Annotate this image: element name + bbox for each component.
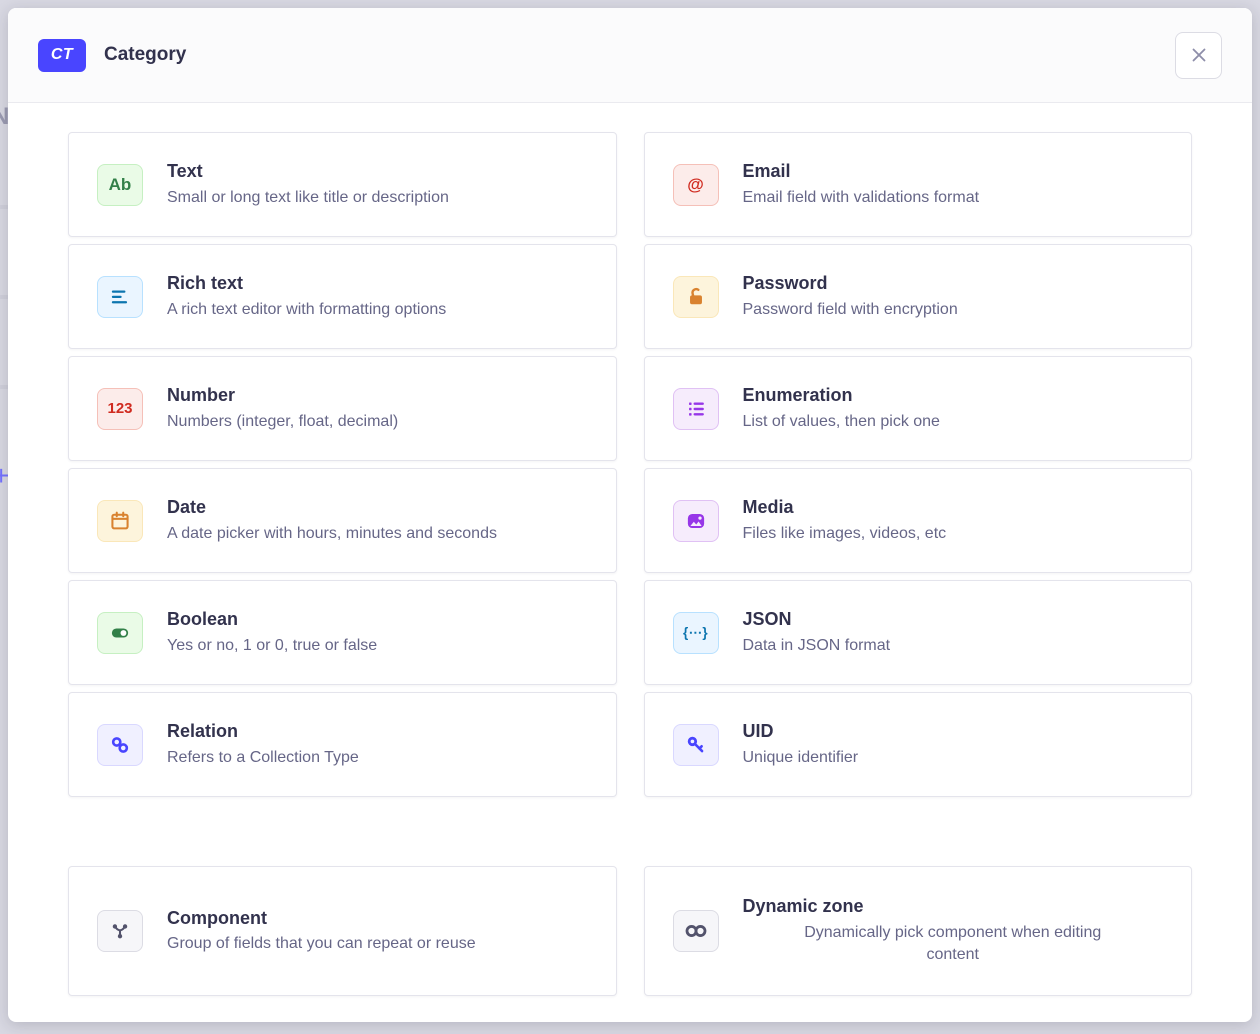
- field-type-list: Ab Text Small or long text like title or…: [8, 103, 1252, 1021]
- field-card-relation[interactable]: Relation Refers to a Collection Type: [68, 692, 617, 797]
- field-title: JSON: [743, 608, 1164, 631]
- calendar-icon: [97, 500, 143, 542]
- field-description: Files like images, videos, etc: [743, 523, 1164, 545]
- close-button[interactable]: [1175, 32, 1222, 79]
- field-card-boolean[interactable]: Boolean Yes or no, 1 or 0, true or false: [68, 580, 617, 685]
- field-card-date[interactable]: Date A date picker with hours, minutes a…: [68, 468, 617, 573]
- field-card-uid[interactable]: UID Unique identifier: [644, 692, 1193, 797]
- field-description: Unique identifier: [743, 747, 1164, 769]
- field-card-rich-text[interactable]: Rich text A rich text editor with format…: [68, 244, 617, 349]
- json-braces-icon: {⋯}: [673, 612, 719, 654]
- field-title: Number: [167, 384, 588, 407]
- field-title: Date: [167, 496, 588, 519]
- field-title: Enumeration: [743, 384, 1164, 407]
- text-ab-icon: Ab: [97, 164, 143, 206]
- infinity-icon: [673, 910, 719, 952]
- field-description: A date picker with hours, minutes and se…: [167, 523, 588, 545]
- select-field-modal: CT Category Ab Text Small or long text l…: [8, 8, 1252, 1022]
- field-title: Dynamic zone: [743, 895, 1164, 918]
- close-icon: [1188, 44, 1210, 66]
- modal-title: Category: [104, 44, 186, 66]
- picture-icon: [673, 500, 719, 542]
- field-description: Dynamically pick component when editing …: [783, 922, 1123, 967]
- field-card-number[interactable]: 123 Number Numbers (integer, float, deci…: [68, 356, 617, 461]
- field-card-password[interactable]: Password Password field with encryption: [644, 244, 1193, 349]
- field-title: UID: [743, 720, 1164, 743]
- field-description: A rich text editor with formatting optio…: [167, 299, 588, 321]
- field-description: Password field with encryption: [743, 299, 1164, 321]
- field-title: Relation: [167, 720, 588, 743]
- field-description: Numbers (integer, float, decimal): [167, 411, 588, 433]
- field-card-enumeration[interactable]: Enumeration List of values, then pick on…: [644, 356, 1193, 461]
- field-grid: Ab Text Small or long text like title or…: [68, 132, 1192, 797]
- field-card-component[interactable]: Component Group of fields that you can r…: [68, 866, 617, 996]
- field-description: Data in JSON format: [743, 635, 1164, 657]
- field-title: Component: [167, 907, 588, 930]
- backdrop-row-edge: [0, 295, 8, 299]
- rich-text-lines-icon: [97, 276, 143, 318]
- field-card-media[interactable]: Media Files like images, videos, etc: [644, 468, 1193, 573]
- field-description: Refers to a Collection Type: [167, 747, 588, 769]
- bullet-list-icon: [673, 388, 719, 430]
- lock-icon: [673, 276, 719, 318]
- field-description: Yes or no, 1 or 0, true or false: [167, 635, 588, 657]
- component-nodes-icon: [97, 910, 143, 952]
- field-description: Email field with validations format: [743, 187, 1164, 209]
- field-card-dynamic-zone[interactable]: Dynamic zone Dynamically pick component …: [644, 866, 1193, 996]
- field-title: Rich text: [167, 272, 588, 295]
- modal-header: CT Category: [8, 8, 1252, 103]
- field-card-json[interactable]: {⋯} JSON Data in JSON format: [644, 580, 1193, 685]
- chain-link-icon: [97, 724, 143, 766]
- backdrop-row-edge: [0, 385, 8, 389]
- field-title: Password: [743, 272, 1164, 295]
- field-title: Email: [743, 160, 1164, 183]
- field-title: Text: [167, 160, 588, 183]
- email-at-icon: @: [673, 164, 719, 206]
- advanced-field-grid: Component Group of fields that you can r…: [68, 866, 1192, 996]
- field-card-email[interactable]: @ Email Email field with validations for…: [644, 132, 1193, 237]
- field-title: Boolean: [167, 608, 588, 631]
- field-description: Small or long text like title or descrip…: [167, 187, 588, 209]
- field-description: List of values, then pick one: [743, 411, 1164, 433]
- key-icon: [673, 724, 719, 766]
- toggle-icon: [97, 612, 143, 654]
- collection-type-badge: CT: [38, 39, 86, 72]
- field-title: Media: [743, 496, 1164, 519]
- field-card-text[interactable]: Ab Text Small or long text like title or…: [68, 132, 617, 237]
- number-123-icon: 123: [97, 388, 143, 430]
- backdrop-row-edge: [0, 205, 8, 209]
- field-description: Group of fields that you can repeat or r…: [167, 933, 588, 955]
